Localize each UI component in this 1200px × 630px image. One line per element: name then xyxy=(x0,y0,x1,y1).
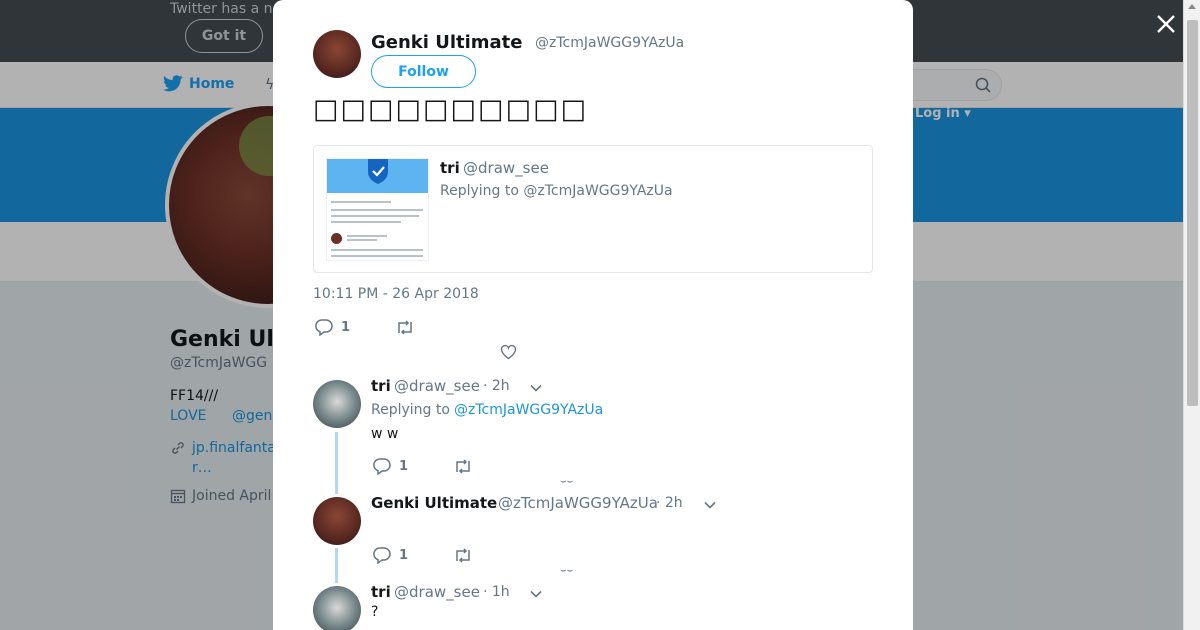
image-text-line xyxy=(347,239,377,241)
reply-action[interactable]: 1 xyxy=(315,319,350,336)
page-scrollbar[interactable] xyxy=(1183,0,1200,630)
reply-icon xyxy=(373,458,391,475)
reply-replying-prefix: Replying to xyxy=(371,402,450,418)
reply-time[interactable]: · 2h xyxy=(483,378,510,394)
image-text-line xyxy=(331,201,391,203)
like-action[interactable] xyxy=(500,344,517,360)
author-avatar[interactable] xyxy=(313,30,361,78)
reply-avatar[interactable] xyxy=(313,497,361,545)
reply-time[interactable]: · 2h xyxy=(656,495,683,511)
reply-count: 1 xyxy=(341,320,351,335)
reply-time[interactable]: · 1h xyxy=(483,584,510,600)
image-text-line xyxy=(331,249,423,251)
close-icon[interactable] xyxy=(1152,10,1180,38)
heart-icon xyxy=(500,344,517,360)
thread-connector xyxy=(335,432,338,494)
reply-author-handle[interactable]: @draw_see xyxy=(394,377,480,395)
reply-action[interactable]: 1 xyxy=(373,547,408,564)
retweet-icon xyxy=(456,548,470,563)
thread-connector xyxy=(335,548,338,583)
tweet-text: □□□□□□□□□□ xyxy=(313,94,589,125)
quoted-author-name: tri xyxy=(440,159,460,177)
reply-icon xyxy=(315,319,333,336)
retweet-icon xyxy=(456,459,470,474)
tweet-timestamp[interactable]: 10:11 PM - 26 Apr 2018 xyxy=(313,286,479,302)
reply-avatar[interactable] xyxy=(313,380,361,428)
shield-icon xyxy=(368,159,388,184)
chevron-down-icon[interactable] xyxy=(704,499,716,511)
tweet-modal: Genki Ultimate @zTcmJaWGG9YAzUa Follow □… xyxy=(273,0,913,630)
follow-button[interactable]: Follow xyxy=(371,55,476,88)
image-text-line xyxy=(347,235,387,237)
reply-text: ? xyxy=(371,604,379,620)
image-text-line xyxy=(331,255,423,257)
quoted-author-handle: @draw_see xyxy=(463,159,549,177)
chevron-down-icon[interactable] xyxy=(530,588,542,600)
retweet-action[interactable] xyxy=(453,548,473,563)
like-action[interactable]: ⌣⌣ xyxy=(560,476,573,487)
quoted-tweet-image xyxy=(326,158,429,261)
like-action[interactable]: ⌣⌣ xyxy=(560,565,573,576)
reply-icon xyxy=(373,547,391,564)
image-avatar-dot xyxy=(331,233,342,244)
reply-count: 1 xyxy=(399,548,409,563)
reply-action[interactable]: 1 xyxy=(373,458,408,475)
reply-count: 1 xyxy=(399,459,409,474)
quoted-tweet-card[interactable]: tri @draw_see Replying to @zTcmJaWGG9YAz… xyxy=(313,145,873,273)
retweet-action[interactable] xyxy=(453,459,473,474)
retweet-action[interactable] xyxy=(395,320,415,335)
reply-author-handle[interactable]: @draw_see xyxy=(394,583,480,601)
scroll-thumb[interactable] xyxy=(1187,20,1198,406)
image-text-line xyxy=(331,215,419,217)
image-text-line xyxy=(331,221,401,223)
author-name[interactable]: Genki Ultimate xyxy=(371,32,522,53)
author-handle[interactable]: @zTcmJaWGG9YAzUa xyxy=(535,35,684,51)
scroll-up-arrow[interactable] xyxy=(1188,4,1196,9)
reply-author-name[interactable]: Genki Ultimate xyxy=(371,494,497,512)
quoted-replying-to: Replying to @zTcmJaWGG9YAzUa xyxy=(440,183,673,199)
reply-replying-handle[interactable]: @zTcmJaWGG9YAzUa xyxy=(454,402,603,418)
reply-author-handle[interactable]: @zTcmJaWGG9YAzUa xyxy=(498,494,658,512)
reply-text: w w xyxy=(371,426,399,442)
reply-author-name[interactable]: tri xyxy=(371,583,391,601)
retweet-icon xyxy=(398,320,412,335)
reply-avatar[interactable] xyxy=(313,586,361,630)
reply-author-name[interactable]: tri xyxy=(371,377,391,395)
chevron-down-icon[interactable] xyxy=(530,382,542,394)
image-text-line xyxy=(331,209,423,211)
